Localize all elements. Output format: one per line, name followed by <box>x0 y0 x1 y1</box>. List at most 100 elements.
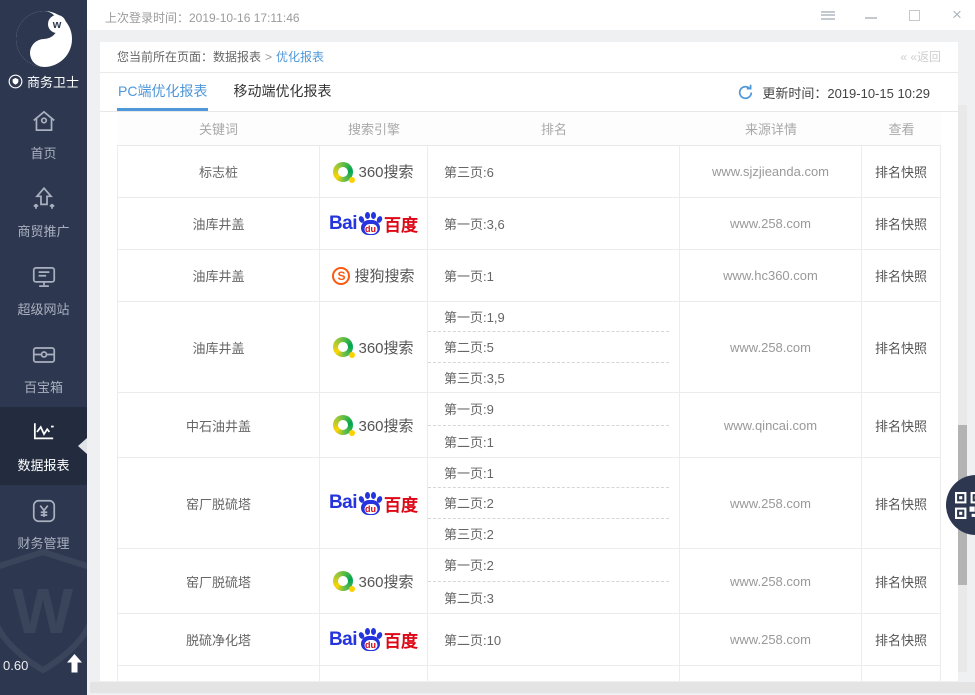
promotion-arrow-icon <box>30 185 58 213</box>
brand-badge-icon <box>8 74 23 89</box>
table-row: 脱硫净化塔 Bai du 百度 第二页:10 www.258.com 排名快照 <box>117 614 941 666</box>
sidebar-item-promo[interactable]: 商贸推广 <box>0 173 87 251</box>
header-cell: 排名 <box>428 119 680 138</box>
source-link[interactable]: www.qincai.com <box>680 393 862 457</box>
view-link[interactable]: 排名快照 <box>862 250 940 301</box>
source-link[interactable]: www.258.com <box>680 614 862 665</box>
svg-text:w: w <box>51 19 61 31</box>
engine-cell: 360搜索 <box>320 549 428 613</box>
engine-cell <box>320 666 428 681</box>
rank-line: 第一页:3,6 <box>428 198 669 249</box>
sidebar-item-reports[interactable]: 数据报表 <box>0 407 87 485</box>
table-row: 油库井盖 Bai du 百度 第一页:3,6 www.258.com 排名快照 <box>117 198 941 250</box>
360-ring-icon <box>333 337 353 357</box>
table-row: 油库井盖 360搜索 第一页:1,9第二页:5第三页:3,5 www.258.c… <box>117 302 941 393</box>
360-ring-icon <box>333 162 353 182</box>
engine-cell: 360搜索 <box>320 146 428 197</box>
rank-line: 第一页:1 <box>428 458 669 487</box>
rank-line: 第一页:1 <box>428 250 669 301</box>
rank-line: 第一页:2 <box>428 549 669 581</box>
engine-logo-baidu: Bai du 百度 <box>329 490 418 517</box>
rank-cell: 第一页:2第二页:3 <box>428 549 680 613</box>
source-link[interactable]: www.258.com <box>680 198 862 249</box>
source-link[interactable]: www.258.com <box>680 302 862 392</box>
view-link[interactable]: 排名快照 <box>862 198 940 249</box>
report-table: 关键词搜索引擎排名来源详情查看 标志桩 360搜索 第三页:6 www.sjzj… <box>117 112 941 681</box>
toolbox-icon <box>30 341 58 369</box>
up-arrow-icon <box>66 654 83 673</box>
sidebar-item-website[interactable]: 超级网站 <box>0 251 87 329</box>
engine-logo-baidu: Bai du 百度 <box>329 210 418 237</box>
view-link[interactable]: 排名快照 <box>862 302 940 392</box>
keyword-cell: 中石油井盖 <box>118 393 320 457</box>
rank-line: 第一页:1,9 <box>428 302 669 331</box>
chart-report-icon <box>30 419 58 447</box>
brand-name: 商务卫士 <box>27 72 79 91</box>
menu-icon[interactable] <box>820 7 836 23</box>
rank-cell: 第一页:1 <box>428 250 680 301</box>
rank-line: 第三页:6 <box>428 146 669 197</box>
h-scrollbar-track[interactable] <box>90 682 975 693</box>
breadcrumb-separator: > <box>265 50 272 64</box>
source-link[interactable] <box>680 666 862 681</box>
minimize-button[interactable] <box>863 7 879 23</box>
breadcrumb: 您当前所在页面：数据报表>优化报表 « «返回 <box>100 42 958 73</box>
source-link[interactable]: www.hc360.com <box>680 250 862 301</box>
table-row: 标志桩 360搜索 第三页:6 www.sjzjieanda.com 排名快照 <box>117 146 941 198</box>
breadcrumb-current: 优化报表 <box>276 50 324 64</box>
view-link[interactable]: 排名快照 <box>862 458 940 548</box>
rank-line: 第二页:1 <box>428 425 669 458</box>
view-link[interactable]: 排名快照 <box>862 614 940 665</box>
sidebar-item-toolbox[interactable]: 百宝箱 <box>0 329 87 407</box>
keyword-cell: 窑厂脱硫塔 <box>118 458 320 548</box>
source-link[interactable]: www.258.com <box>680 458 862 548</box>
engine-cell: 360搜索 <box>320 393 428 457</box>
last-login-text: 上次登录时间：2019-10-16 17:11:46 <box>105 9 300 26</box>
view-link[interactable] <box>862 666 940 681</box>
rank-cell: 第一页:1 <box>428 666 680 681</box>
rank-line: 第一页:1 <box>428 666 669 681</box>
table-header: 关键词搜索引擎排名来源详情查看 <box>117 112 941 146</box>
keyword-cell <box>118 666 320 681</box>
engine-cell: Bai du 百度 <box>320 198 428 249</box>
header-cell: 查看 <box>862 119 941 138</box>
header-cell: 搜索引擎 <box>320 119 428 138</box>
view-link[interactable]: 排名快照 <box>862 549 940 613</box>
view-link[interactable]: 排名快照 <box>862 146 940 197</box>
rank-line: 第二页:5 <box>428 331 669 361</box>
website-monitor-icon <box>30 263 58 291</box>
engine-logo-360: 360搜索 <box>333 161 413 182</box>
close-button[interactable]: × <box>949 7 965 23</box>
rank-cell: 第二页:10 <box>428 614 680 665</box>
view-link[interactable]: 排名快照 <box>862 393 940 457</box>
sidebar-nav: 首页 商贸推广 超级网站 百宝箱 数据报表 财务管理 <box>0 95 87 563</box>
topbar: 上次登录时间：2019-10-16 17:11:46 × <box>87 0 975 30</box>
tab-mobile-report[interactable]: 移动端优化报表 <box>232 73 332 111</box>
back-link[interactable]: « «返回 <box>900 42 941 72</box>
rank-line: 第一页:9 <box>428 393 669 425</box>
content-panel: 您当前所在页面：数据报表>优化报表 « «返回 PC端优化报表 移动端优化报表 … <box>100 42 958 681</box>
refresh-icon[interactable] <box>737 84 754 101</box>
rank-cell: 第一页:9第二页:1 <box>428 393 680 457</box>
tab-pc-report[interactable]: PC端优化报表 <box>117 73 208 111</box>
table-row: 窑厂脱硫塔 Bai du 百度 第一页:1第二页:2第三页:2 www.258.… <box>117 458 941 549</box>
rank-line: 第二页:3 <box>428 581 669 614</box>
360-ring-icon <box>333 571 353 591</box>
source-link[interactable]: www.sjzjieanda.com <box>680 146 862 197</box>
sogou-s-icon: S <box>332 267 350 285</box>
update-group: 更新时间：2019-10-15 10:29 <box>737 73 930 111</box>
maximize-button[interactable] <box>906 7 922 23</box>
engine-logo-sogou: S 搜狗搜索 <box>332 265 414 286</box>
table-row: 第一页:1 <box>117 666 941 681</box>
source-link[interactable]: www.258.com <box>680 549 862 613</box>
v-scrollbar-track[interactable] <box>958 105 967 672</box>
qr-code-icon <box>955 492 975 519</box>
engine-cell: S 搜狗搜索 <box>320 250 428 301</box>
back-to-top-button[interactable] <box>66 654 83 678</box>
sidebar-item-home[interactable]: 首页 <box>0 95 87 173</box>
keyword-cell: 脱硫净化塔 <box>118 614 320 665</box>
table-row: 油库井盖 S 搜狗搜索 第一页:1 www.hc360.com 排名快照 <box>117 250 941 302</box>
table-body: 标志桩 360搜索 第三页:6 www.sjzjieanda.com 排名快照 … <box>117 146 941 681</box>
rank-cell: 第一页:3,6 <box>428 198 680 249</box>
svg-text:W: W <box>13 575 74 647</box>
